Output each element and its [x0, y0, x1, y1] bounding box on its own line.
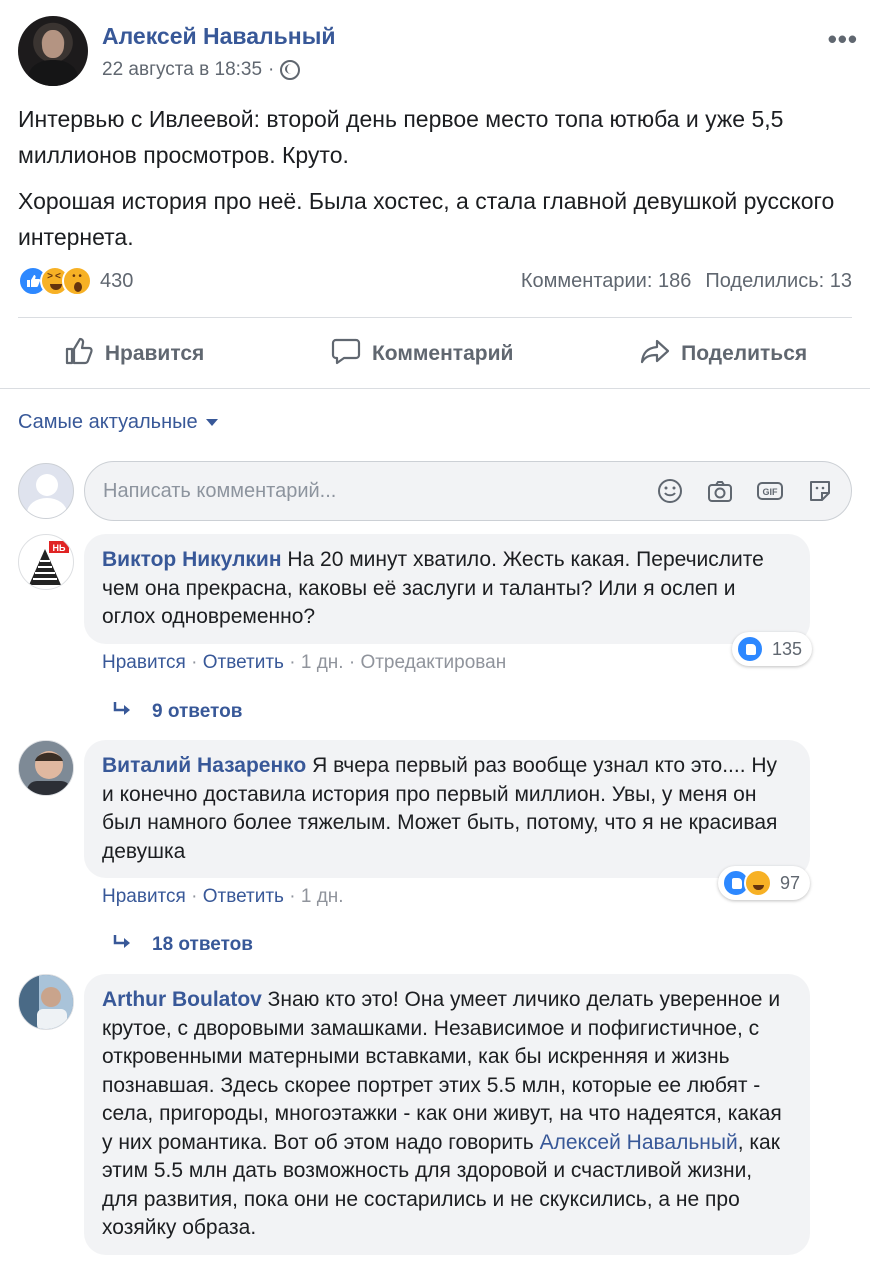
comment-reaction-count: 97	[780, 872, 801, 893]
share-icon	[639, 335, 671, 373]
comment-reply-link[interactable]: Ответить	[203, 886, 284, 907]
post-meta: 22 августа в 18:35 ·	[102, 59, 301, 81]
comment-bubble: Виталий Назаренко Я вчера первый раз воо…	[84, 740, 810, 878]
comment-time[interactable]: 1 дн.	[301, 652, 344, 673]
author-name[interactable]: Алексей Навальный	[102, 23, 335, 50]
comment-like-link[interactable]: Нравится	[102, 886, 186, 907]
comment-time[interactable]: 1 дн.	[301, 886, 344, 907]
comment-input[interactable]	[103, 479, 623, 503]
like-icon	[63, 335, 95, 373]
commenter-name[interactable]: Виктор Никулкин	[102, 548, 282, 571]
comment-label: Комментарий	[371, 342, 514, 365]
view-replies-link[interactable]: 9 ответов	[112, 700, 242, 724]
replies-count: 9 ответов	[152, 701, 243, 722]
view-replies-link[interactable]: 18 ответов	[112, 933, 253, 957]
comment-composer: GIF	[18, 461, 852, 521]
reply-arrow-icon	[112, 700, 134, 724]
like-reaction-icon	[736, 635, 764, 663]
reaction-icons[interactable]	[18, 266, 92, 296]
caret-down-icon	[205, 419, 218, 426]
post-actions: Нравится Комментарий Поделиться	[0, 324, 870, 384]
comment-text: Знаю кто это! Она умеет личико делать ув…	[102, 988, 782, 1154]
commenter-avatar[interactable]: НЬ	[18, 534, 74, 590]
comment-meta: Нравится · Ответить · 1 дн.	[102, 886, 344, 907]
comment-bubble: Виктор Никулкин На 20 минут хватило. Жес…	[84, 534, 810, 644]
like-label: Нравится	[104, 342, 205, 365]
comment-sort-dropdown[interactable]: Самые актуальные	[18, 411, 218, 434]
more-icon[interactable]: •••	[828, 24, 858, 55]
haha-reaction-icon	[744, 869, 772, 897]
globe-icon[interactable]	[280, 60, 301, 80]
comment-edited: Отредактирован	[360, 652, 507, 673]
shares-count[interactable]: Поделились: 13	[705, 270, 852, 293]
post-text: Интервью с Ивлеевой: второй день первое …	[18, 101, 858, 265]
divider	[18, 317, 852, 318]
user-avatar	[18, 463, 74, 519]
comments-count[interactable]: Комментарии: 186	[521, 270, 691, 293]
post-header: Алексей Навальный 22 августа в 18:35 · •…	[18, 16, 870, 88]
post-date[interactable]: 22 августа в 18:35	[102, 59, 262, 81]
comment-bubble: Arthur Boulatov Знаю кто это! Она умеет …	[84, 974, 810, 1255]
comment-meta: Нравится · Ответить · 1 дн. · Отредактир…	[102, 652, 507, 673]
svg-text:НЬ: НЬ	[53, 543, 66, 553]
comment-button[interactable]: Комментарий	[330, 335, 513, 373]
comment-reply-link[interactable]: Ответить	[203, 652, 284, 673]
post-counts: Комментарии: 186 Поделились: 13	[521, 270, 852, 293]
commenter-avatar[interactable]	[18, 974, 74, 1030]
wow-reaction-icon	[62, 266, 92, 296]
reply-arrow-icon	[112, 933, 134, 957]
mention-link[interactable]: Алексей Навальный	[540, 1131, 738, 1154]
commenter-name[interactable]: Arthur Boulatov	[102, 988, 262, 1011]
share-button[interactable]: Поделиться	[639, 335, 807, 373]
svg-text:GIF: GIF	[763, 487, 779, 497]
comment-input-wrap: GIF	[84, 461, 852, 521]
comment-like-link[interactable]: Нравится	[102, 652, 186, 673]
camera-icon[interactable]	[705, 476, 735, 506]
gif-icon[interactable]: GIF	[755, 476, 785, 506]
reactions-summary: 430 Комментарии: 186 Поделились: 13	[18, 264, 852, 298]
share-label: Поделиться	[681, 342, 808, 365]
comment-reactions[interactable]: 97	[718, 866, 811, 900]
like-button[interactable]: Нравится	[63, 335, 204, 373]
author-avatar[interactable]	[18, 16, 88, 86]
comment-reaction-count: 135	[772, 638, 803, 659]
emoji-icon[interactable]	[655, 476, 685, 506]
comment-icon	[330, 335, 362, 373]
sticker-icon[interactable]	[805, 476, 835, 506]
sort-label: Самые актуальные	[18, 411, 198, 433]
replies-count: 18 ответов	[152, 934, 253, 955]
meta-separator: ·	[268, 59, 275, 80]
composer-tools: GIF	[655, 476, 835, 506]
divider	[0, 388, 870, 389]
comment-reactions[interactable]: 135	[732, 632, 813, 666]
post-paragraph: Хорошая история про неё. Была хостес, а …	[18, 188, 835, 250]
reactions-count[interactable]: 430	[100, 270, 133, 293]
commenter-name[interactable]: Виталий Назаренко	[102, 754, 306, 777]
post-paragraph: Интервью с Ивлеевой: второй день первое …	[18, 106, 784, 168]
commenter-avatar[interactable]	[18, 740, 74, 796]
